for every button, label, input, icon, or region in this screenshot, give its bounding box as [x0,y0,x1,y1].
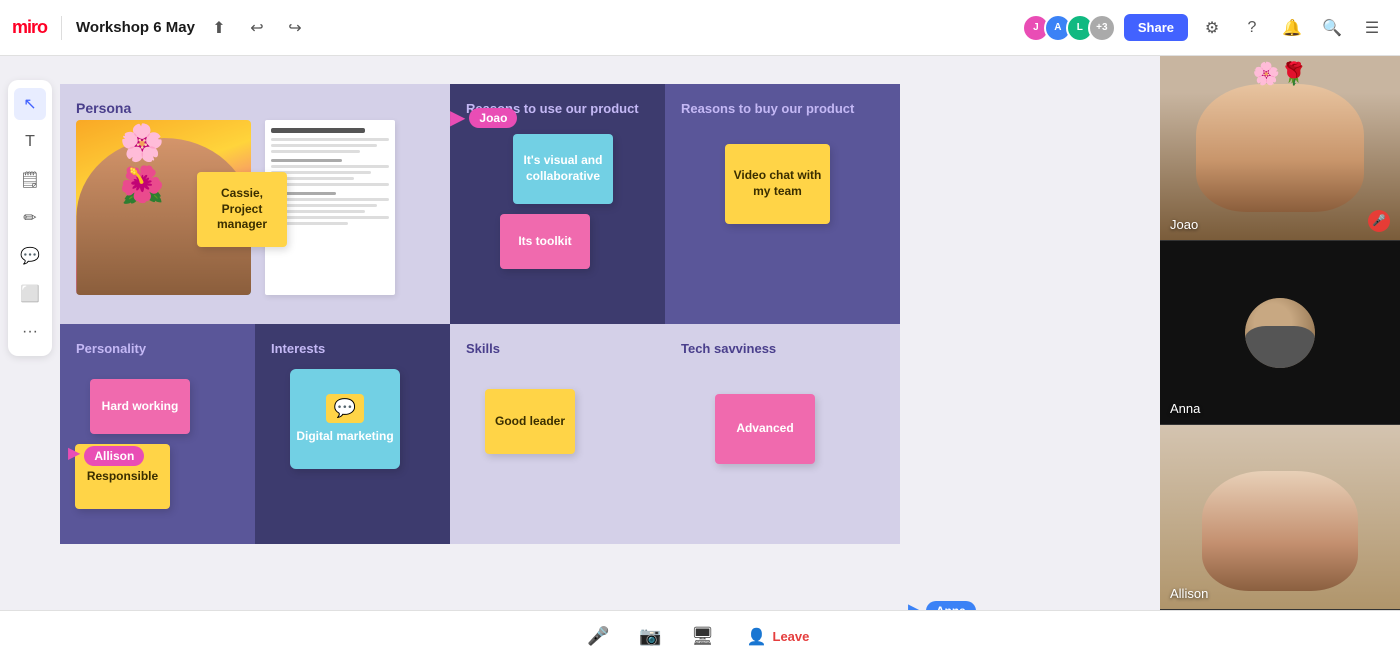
cell-reasons-buy: Reasons to buy our product Video chat wi… [665,84,900,324]
cell-interests: Interests 💬 Digital marketing [255,324,450,544]
avatar-stack: J A L +3 [1022,14,1116,42]
video-name-joao: Joao [1170,217,1198,232]
avatar-count: +3 [1088,14,1116,42]
topbar-left: miro Workshop 6 May ⬆ ↩ ↪ [12,12,311,44]
bottom-row: Personality Hard working Responsible Int… [60,324,960,544]
help-icon[interactable]: ? [1236,12,1268,44]
persona-label: Persona [76,100,131,116]
sticky-advanced: Advanced [715,394,815,464]
board-title: Workshop 6 May [76,19,195,36]
cursor-joao: ▶ Joao [450,108,517,128]
video-tile-anna: Anna [1160,241,1400,426]
comment-tool[interactable]: 💬 [14,240,46,272]
microphone-button[interactable]: 🎤 [581,619,617,655]
leave-button[interactable]: 👤 Leave [737,621,820,653]
sticky-good-leader: Good leader [485,389,575,454]
tech-label: Tech savviness [681,341,776,356]
topbar-divider [61,16,62,40]
sticky-tool[interactable]: 🗒 [14,164,46,196]
redo-button[interactable]: ↪ [279,12,311,44]
notifications-icon[interactable]: 🔔 [1276,12,1308,44]
sticky-video-chat: Video chat with my team [725,144,830,224]
cursor-tool[interactable]: ↖ [14,88,46,120]
more-tools[interactable]: ··· [14,316,46,348]
cursor-joao-label: Joao [469,108,517,128]
cursor-anna-label: Anna [926,601,976,610]
video-tile-allison: Allison [1160,425,1400,610]
video-name-allison: Allison [1170,586,1208,601]
video-panel: 🌸🌹 Joao 🎤 Anna Allison [1160,56,1400,610]
settings-icon[interactable]: ⚙ [1196,12,1228,44]
skills-label: Skills [466,341,500,356]
video-tile-joao: 🌸🌹 Joao 🎤 [1160,56,1400,241]
text-tool[interactable]: T [14,126,46,158]
search-icon[interactable]: 🔍 [1316,12,1348,44]
board-container: Persona 🌸🌺 [60,84,960,544]
video-name-anna: Anna [1170,401,1200,416]
sticky-cassie: Cassie, Project manager [197,172,287,247]
leave-label: Leave [773,629,810,644]
reasons-buy-label: Reasons to buy our product [681,101,854,116]
left-toolbar: ↖ T 🗒 ✏ 💬 ⬜ ··· [8,80,52,356]
cursor-allison: ▶ Allison [68,446,144,466]
topbar-icons: ⬆ ↩ ↪ [203,12,311,44]
interests-label: Interests [271,341,325,356]
sticky-hard-working: Hard working [90,379,190,434]
personality-label: Personality [76,341,146,356]
cursor-allison-label: Allison [84,446,144,466]
menu-icon[interactable]: ☰ [1356,12,1388,44]
cursor-anna: ▶ Anna [908,601,976,610]
upload-icon[interactable]: ⬆ [203,12,235,44]
frame-tool[interactable]: ⬜ [14,278,46,310]
share-button[interactable]: Share [1124,14,1188,41]
cell-skills: Skills Good leader [450,324,665,544]
screen-share-button[interactable]: 🖥 [685,619,721,655]
anna-avatar [1245,298,1315,368]
sticky-toolkit: Its toolkit [500,214,590,269]
sticky-digital-marketing: 💬 Digital marketing [290,369,400,469]
video-muted-joao: 🎤 [1368,210,1390,232]
miro-logo: miro [12,17,47,38]
topbar: miro Workshop 6 May ⬆ ↩ ↪ J A L +3 Share… [0,0,1400,56]
topbar-right: J A L +3 Share ⚙ ? 🔔 🔍 ☰ [1022,12,1388,44]
camera-button[interactable]: 📷 [633,619,669,655]
sticky-visual: It's visual and collaborative [513,134,613,204]
pen-tool[interactable]: ✏ [14,202,46,234]
undo-button[interactable]: ↩ [241,12,273,44]
cell-personality: Personality Hard working Responsible [60,324,255,544]
canvas[interactable]: Persona 🌸🌺 [0,56,1160,610]
cell-tech: Tech savviness Advanced [665,324,900,544]
bottombar: 🎤 📷 🖥 👤 Leave [0,610,1400,662]
cell-persona: Persona 🌸🌺 [60,84,450,324]
